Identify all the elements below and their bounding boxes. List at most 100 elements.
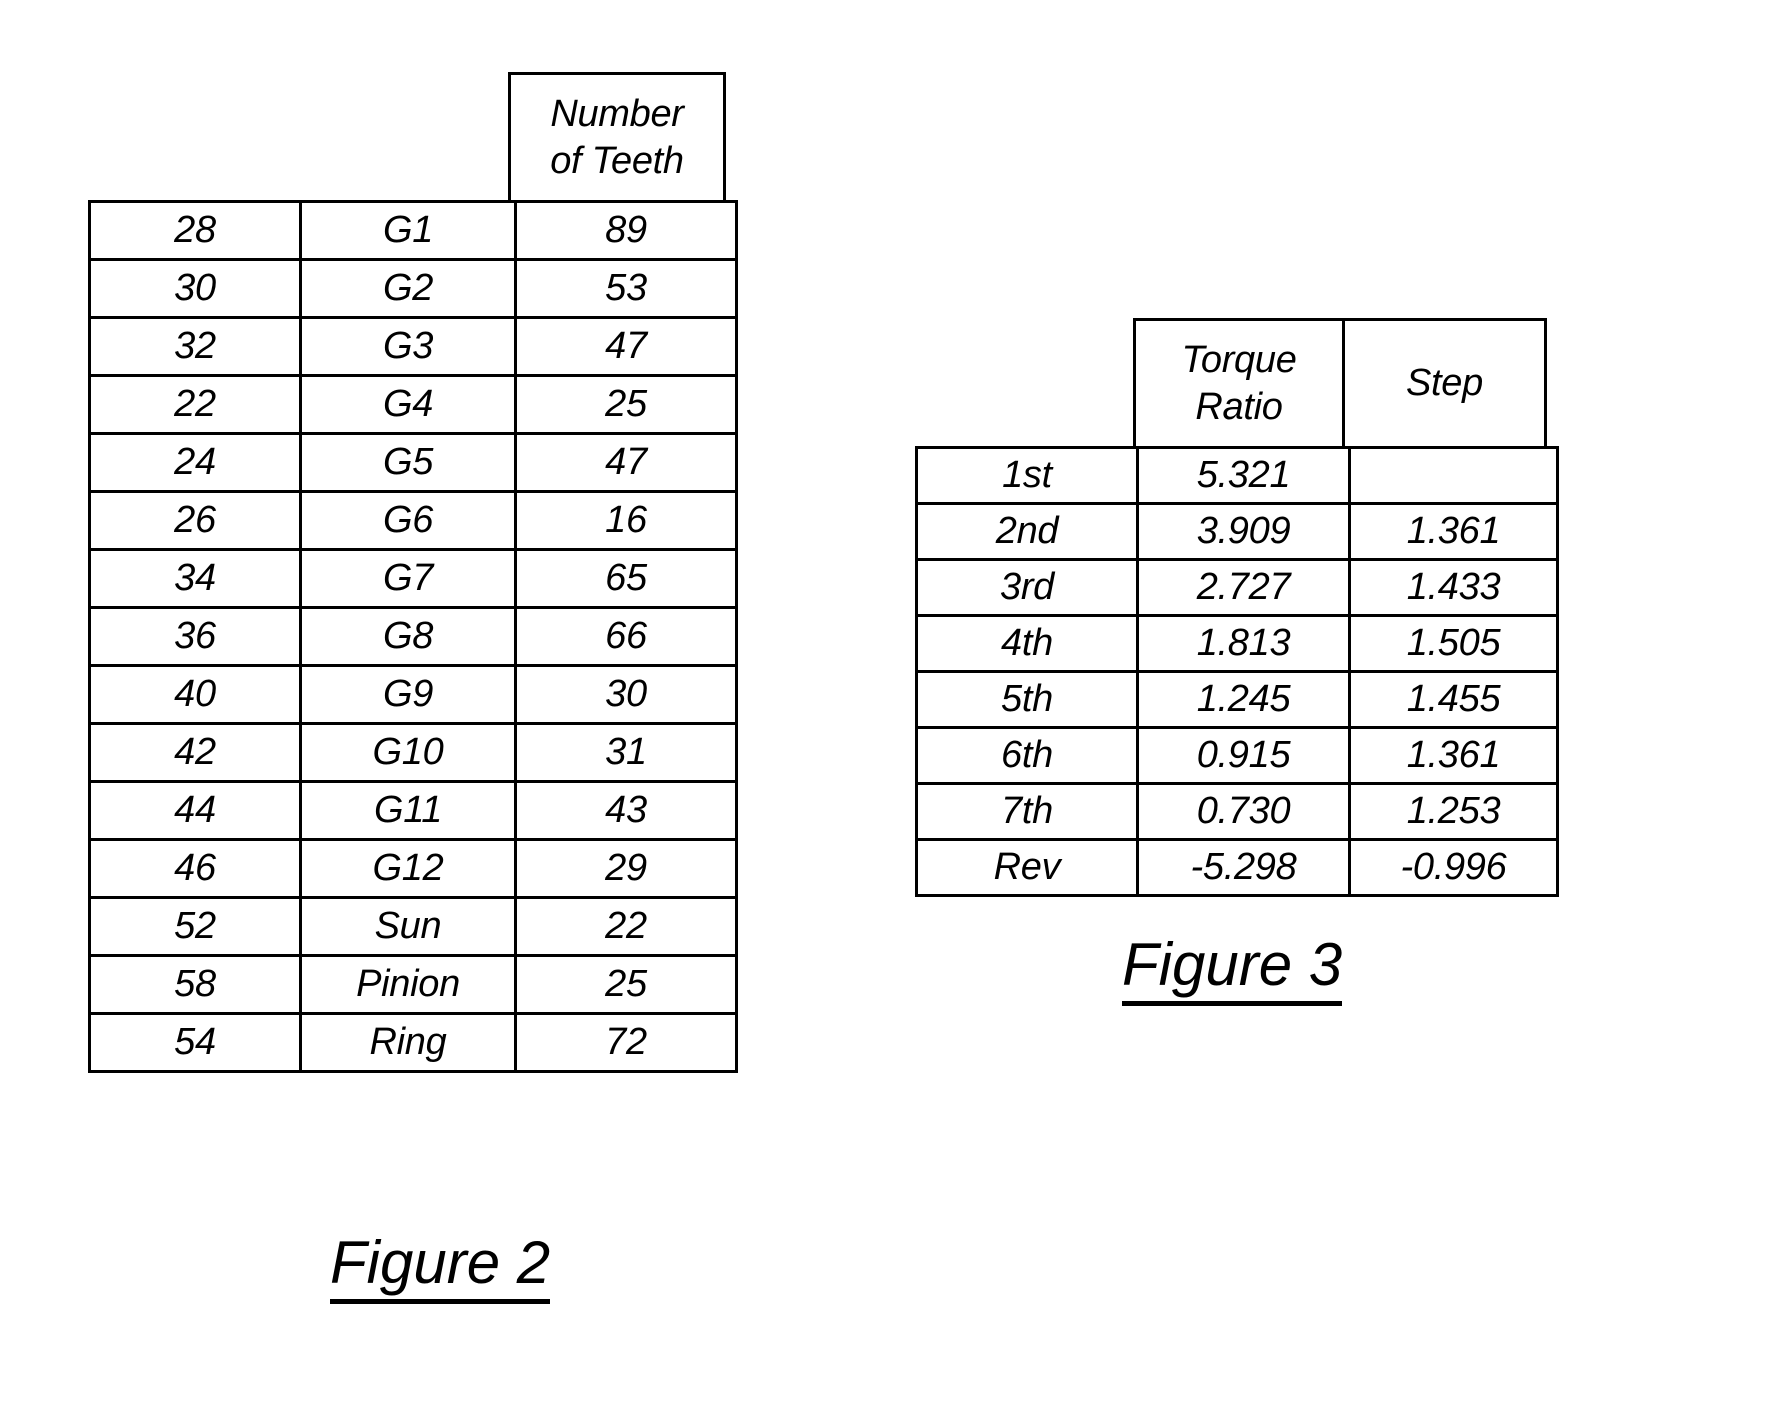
figure-3-cell-step: 1.455 <box>1348 670 1559 729</box>
figure-2: Number of Teeth 28 G1 89 30 G2 53 32 G3 47 22 G4 25… <box>88 72 738 1073</box>
table-row: 58 Pinion 25 <box>88 954 738 1015</box>
figure-3-header-row: Torque Ratio Step <box>915 318 1555 446</box>
figure-3-cell-gear: 4th <box>915 614 1139 673</box>
figure-2-cell-ref: 54 <box>88 1012 302 1073</box>
figure-3-cell-step: -0.996 <box>1348 838 1559 897</box>
table-row: 4th 1.813 1.505 <box>915 614 1559 673</box>
table-row: 26 G6 16 <box>88 490 738 551</box>
table-row: 52 Sun 22 <box>88 896 738 957</box>
figure-3-header-step: Step <box>1342 318 1547 446</box>
figure-2-cell-teeth: 53 <box>514 258 738 319</box>
figure-2-header-blank-ref <box>88 72 296 200</box>
figure-3-cell-gear: 7th <box>915 782 1139 841</box>
figure-3-caption: Figure 3 <box>1122 930 1343 1006</box>
figure-2-cell-ref: 32 <box>88 316 302 377</box>
figure-2-caption: Figure 2 <box>330 1228 551 1304</box>
figure-3-cell-torque-ratio: 3.909 <box>1136 502 1351 561</box>
figure-2-cell-ref: 28 <box>88 200 302 261</box>
table-row: 32 G3 47 <box>88 316 738 377</box>
figure-2-cell-teeth: 47 <box>514 432 738 493</box>
figure-2-cell-component: G6 <box>299 490 517 551</box>
figure-2-header-number-of-teeth: Number of Teeth <box>508 72 726 200</box>
figure-2-cell-teeth: 43 <box>514 780 738 841</box>
figure-2-cell-ref: 52 <box>88 896 302 957</box>
figure-3-cell-step: 1.361 <box>1348 726 1559 785</box>
figure-2-caption-text: Figure 2 <box>330 1228 551 1304</box>
table-row: 54 Ring 72 <box>88 1012 738 1073</box>
table-row: 42 G10 31 <box>88 722 738 783</box>
figure-2-cell-ref: 30 <box>88 258 302 319</box>
figure-2-cell-ref: 42 <box>88 722 302 783</box>
figure-3-caption-text: Figure 3 <box>1122 930 1343 1006</box>
figure-2-cell-component: G12 <box>299 838 517 899</box>
table-row: 30 G2 53 <box>88 258 738 319</box>
figure-3-cell-step: 1.361 <box>1348 502 1559 561</box>
figure-3-cell-step: 1.253 <box>1348 782 1559 841</box>
table-row: 28 G1 89 <box>88 200 738 261</box>
figure-2-cell-component: G8 <box>299 606 517 667</box>
figure-2-cell-component: G9 <box>299 664 517 725</box>
figure-2-cell-component: G7 <box>299 548 517 609</box>
table-row: 2nd 3.909 1.361 <box>915 502 1559 561</box>
figure-2-cell-teeth: 25 <box>514 954 738 1015</box>
figure-2-cell-teeth: 89 <box>514 200 738 261</box>
figure-2-cell-component: G11 <box>299 780 517 841</box>
figure-2-cell-ref: 36 <box>88 606 302 667</box>
figure-2-cell-teeth: 16 <box>514 490 738 551</box>
figure-2-cell-component: Sun <box>299 896 517 957</box>
figure-2-cell-teeth: 72 <box>514 1012 738 1073</box>
figure-3: Torque Ratio Step 1st 5.321 2nd 3.909 1.361 3… <box>915 318 1559 897</box>
figure-3-cell-gear: 2nd <box>915 502 1139 561</box>
figure-2-cell-ref: 40 <box>88 664 302 725</box>
table-row: 1st 5.321 <box>915 446 1559 505</box>
figure-2-cell-ref: 34 <box>88 548 302 609</box>
figure-3-cell-step: 1.433 <box>1348 558 1559 617</box>
figure-2-cell-component: Pinion <box>299 954 517 1015</box>
table-row: 6th 0.915 1.361 <box>915 726 1559 785</box>
figure-2-cell-component: G5 <box>299 432 517 493</box>
figure-2-cell-teeth: 47 <box>514 316 738 377</box>
figure-2-cell-component: G1 <box>299 200 517 261</box>
figure-3-cell-torque-ratio: 1.245 <box>1136 670 1351 729</box>
table-row: Rev -5.298 -0.996 <box>915 838 1559 897</box>
figure-3-cell-torque-ratio: -5.298 <box>1136 838 1351 897</box>
figure-2-cell-teeth: 66 <box>514 606 738 667</box>
figure-3-cell-gear: 1st <box>915 446 1139 505</box>
figure-2-header-blank-component <box>296 72 508 200</box>
figure-2-header-line-2: of Teeth <box>550 139 684 182</box>
figure-2-cell-teeth: 22 <box>514 896 738 957</box>
figure-3-cell-torque-ratio: 5.321 <box>1136 446 1351 505</box>
figure-3-cell-torque-ratio: 1.813 <box>1136 614 1351 673</box>
table-row: 22 G4 25 <box>88 374 738 435</box>
table-row: 24 G5 47 <box>88 432 738 493</box>
figure-2-cell-component: G4 <box>299 374 517 435</box>
figure-3-cell-gear: Rev <box>915 838 1139 897</box>
table-row: 3rd 2.727 1.433 <box>915 558 1559 617</box>
figure-3-cell-torque-ratio: 0.915 <box>1136 726 1351 785</box>
figure-2-header-line-1: Number <box>550 93 684 136</box>
figure-3-header-blank-gear <box>915 318 1133 446</box>
figure-2-cell-teeth: 29 <box>514 838 738 899</box>
figure-3-header-torque-ratio: Torque Ratio <box>1133 318 1342 446</box>
figure-2-cell-teeth: 25 <box>514 374 738 435</box>
table-row: 44 G11 43 <box>88 780 738 841</box>
figure-2-cell-ref: 24 <box>88 432 302 493</box>
figure-3-cell-gear: 6th <box>915 726 1139 785</box>
table-row: 36 G8 66 <box>88 606 738 667</box>
figure-3-cell-torque-ratio: 2.727 <box>1136 558 1351 617</box>
figure-3-cell-step: 1.505 <box>1348 614 1559 673</box>
figure-3-cell-step <box>1348 446 1559 505</box>
figure-3-header-step-text: Step <box>1406 362 1483 405</box>
figure-2-cell-ref: 58 <box>88 954 302 1015</box>
table-row: 5th 1.245 1.455 <box>915 670 1559 729</box>
table-row: 34 G7 65 <box>88 548 738 609</box>
figure-2-cell-teeth: 30 <box>514 664 738 725</box>
figure-3-cell-gear: 5th <box>915 670 1139 729</box>
figure-2-cell-ref: 26 <box>88 490 302 551</box>
figure-2-cell-ref: 46 <box>88 838 302 899</box>
table-row: 7th 0.730 1.253 <box>915 782 1559 841</box>
figure-3-header-torque-line-1: Torque <box>1181 339 1297 382</box>
figure-3-cell-torque-ratio: 0.730 <box>1136 782 1351 841</box>
figure-2-cell-component: G10 <box>299 722 517 783</box>
figure-3-table: 1st 5.321 2nd 3.909 1.361 3rd 2.727 1.433 4th 1.8… <box>915 446 1559 897</box>
